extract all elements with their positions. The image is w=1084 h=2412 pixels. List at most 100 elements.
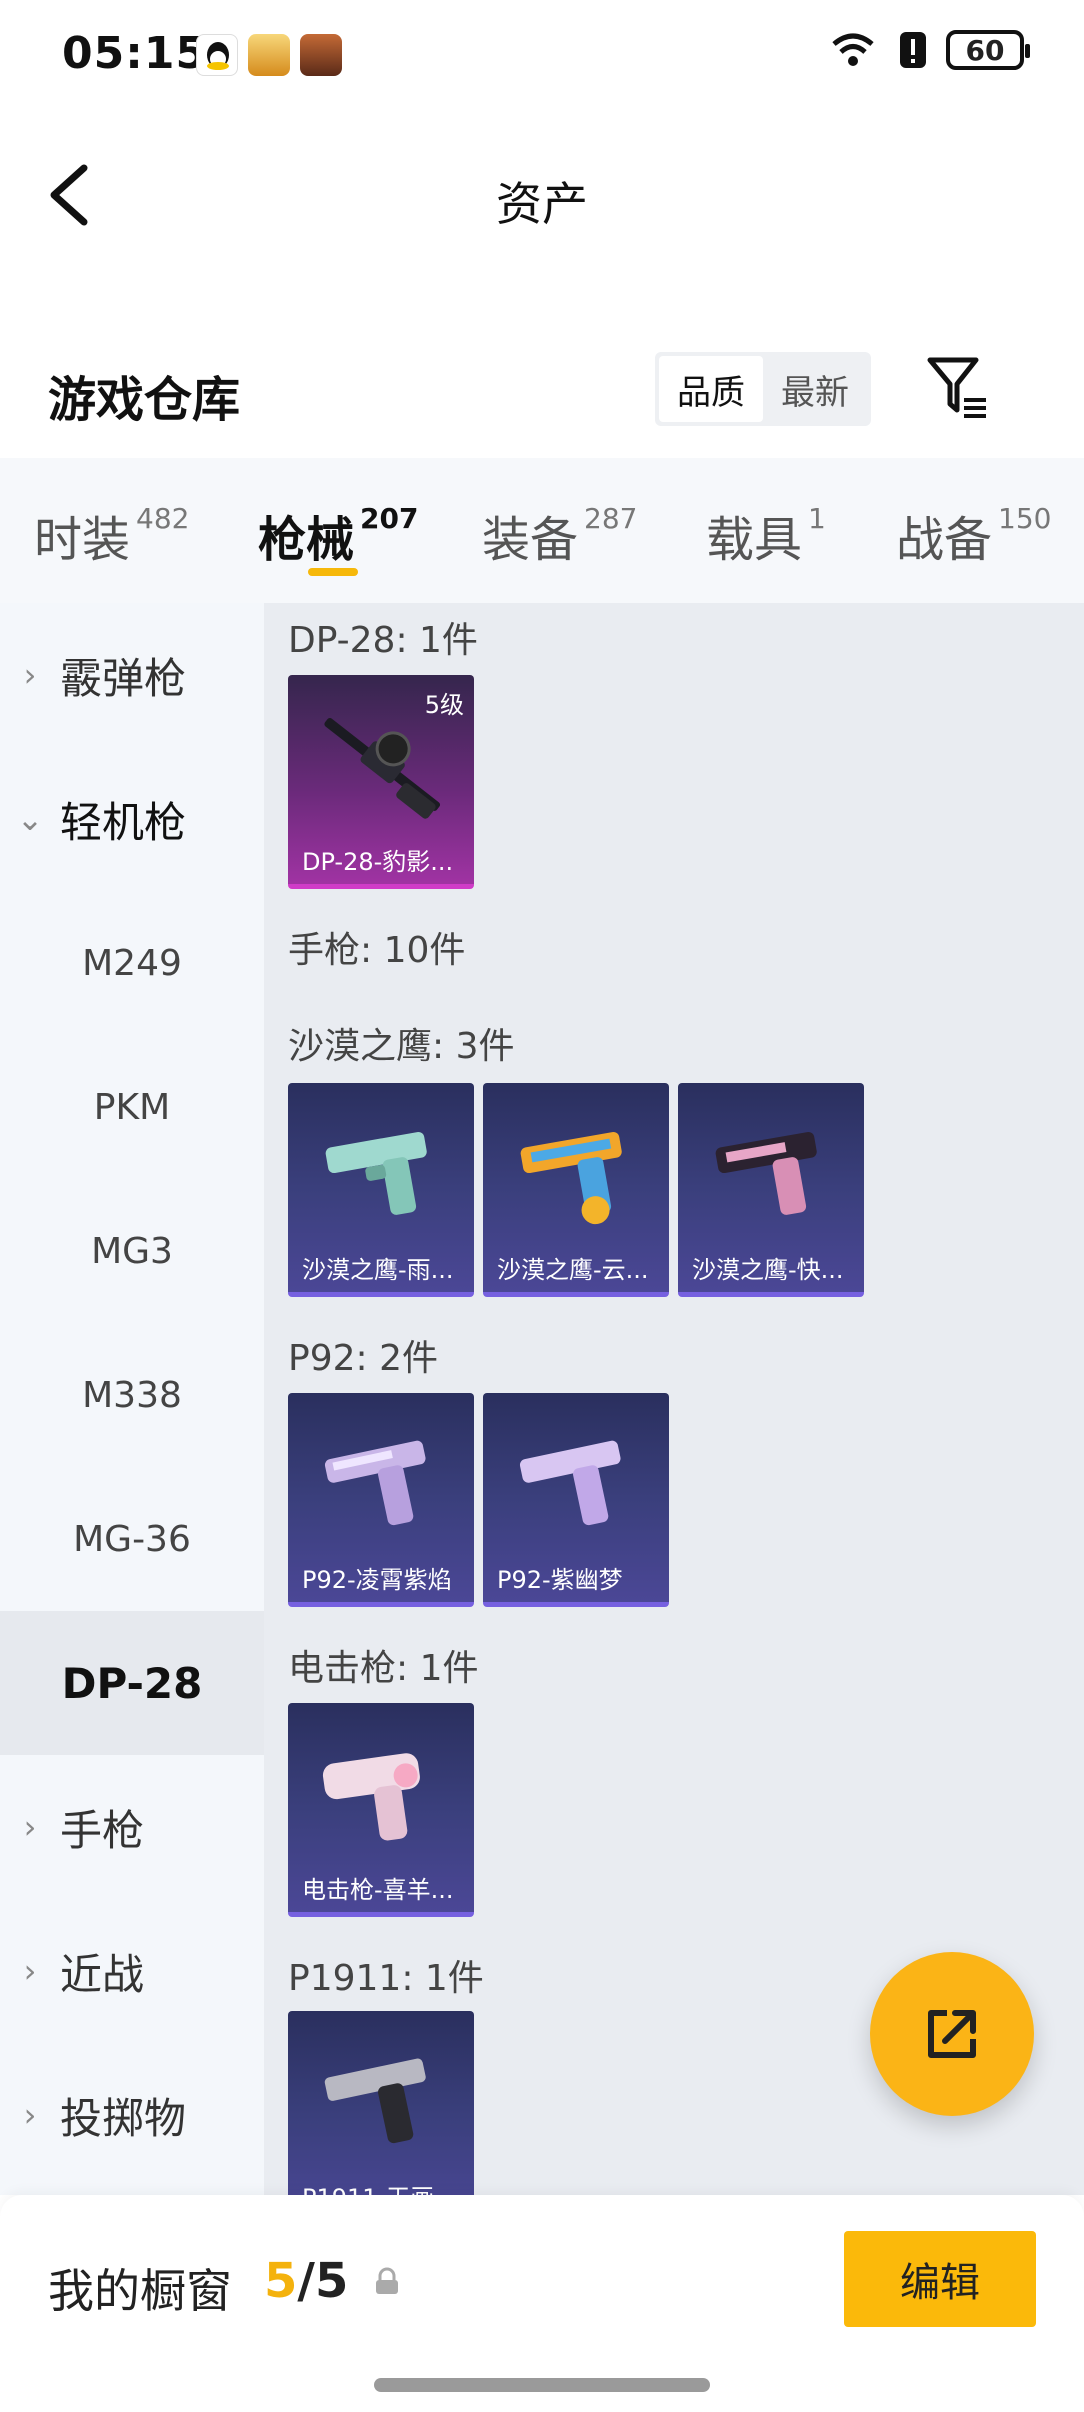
tab-count: 482 <box>136 502 190 535</box>
sidebar-item-label: 投掷物 <box>60 2093 187 2143</box>
game-app-icon <box>248 34 290 76</box>
section-label: 手枪: 10件 <box>288 930 466 971</box>
sidebar-item-m249[interactable]: M249 <box>0 891 264 1035</box>
warehouse-header: 游戏仓库 品质 最新 <box>0 340 1084 440</box>
page-title: 资产 <box>496 177 588 231</box>
tab-count: 1 <box>808 502 826 535</box>
battery-indicator: 60 <box>946 30 1030 70</box>
sort-quality-option[interactable]: 品质 <box>659 356 763 422</box>
tab-label: 时装 <box>34 512 131 568</box>
warehouse-title: 游戏仓库 <box>48 372 241 428</box>
showcase-total: 5 <box>314 2253 349 2309</box>
pistol-icon <box>715 1131 817 1215</box>
section-label: 沙漠之鹰: 3件 <box>288 1026 515 1067</box>
chevron-down-icon: ⌄ <box>16 800 44 838</box>
tab-count: 287 <box>584 502 638 535</box>
sidebar-item-melee[interactable]: › 近战 <box>0 1899 264 2043</box>
item-card[interactable]: 电击枪-喜羊... <box>288 1703 474 1917</box>
sidebar-item-dp28[interactable]: DP-28 <box>0 1611 264 1755</box>
sidebar-item-mg3[interactable]: MG3 <box>0 1179 264 1323</box>
sidebar-item-label: MG3 <box>91 1230 173 1272</box>
item-name: 沙漠之鹰-快... <box>692 1256 844 1284</box>
page-header: 资产 <box>0 140 1084 250</box>
share-icon <box>928 2010 976 2058</box>
qq-icon <box>196 34 238 76</box>
home-indicator[interactable] <box>374 2378 710 2392</box>
tab-vehicles[interactable]: 载具 1 <box>706 500 826 570</box>
sidebar-item-m338[interactable]: M338 <box>0 1323 264 1467</box>
sidebar-item-label: 霰弹枪 <box>60 653 187 703</box>
tab-supplies[interactable]: 战备 150 <box>896 500 1051 570</box>
sort-toggle: 品质 最新 <box>655 352 871 426</box>
showcase-count: 5/5 <box>264 2253 348 2309</box>
section-label: P92: 2件 <box>288 1338 438 1379</box>
item-card[interactable]: P92-凌霄紫焰 <box>288 1393 474 1607</box>
tab-fashion[interactable]: 时装 482 <box>34 500 189 570</box>
lmg-icon <box>324 717 441 819</box>
pistol-icon <box>324 2058 426 2144</box>
subcategory-sidebar: › 霰弹枪 ⌄ 轻机枪 M249 PKM MG3 M338 MG-36 DP-2… <box>0 603 264 2195</box>
sidebar-item-label: 手枪 <box>60 1805 145 1855</box>
active-tab-indicator <box>308 568 358 576</box>
tab-label: 战备 <box>896 512 993 568</box>
item-name: 沙漠之鹰-云... <box>497 1256 649 1284</box>
pistol-icon <box>519 1440 621 1526</box>
sidebar-item-lmg[interactable]: ⌄ 轻机枪 <box>0 747 264 891</box>
edit-button[interactable]: 编辑 <box>844 2231 1036 2327</box>
item-name: DP-28-豹影... <box>302 848 454 876</box>
item-name: 沙漠之鹰-雨... <box>302 1256 454 1284</box>
chevron-right-icon: › <box>23 656 37 694</box>
tab-equipment[interactable]: 装备 287 <box>482 500 637 570</box>
share-button[interactable] <box>870 1952 1034 2116</box>
lock-icon <box>376 2267 398 2294</box>
sidebar-item-label: MG-36 <box>73 1518 191 1560</box>
pistol-icon <box>325 1131 427 1215</box>
wifi-icon <box>832 33 874 66</box>
item-name: P92-紫幽梦 <box>497 1566 623 1594</box>
sidebar-item-shotgun[interactable]: › 霰弹枪 <box>0 603 264 747</box>
pistol-icon <box>324 1440 426 1526</box>
stun-gun-icon <box>322 1753 420 1841</box>
sidebar-item-label: 轻机枪 <box>60 797 187 847</box>
sidebar-item-label: PKM <box>93 1086 171 1128</box>
item-name: P1911-天画... <box>288 2180 474 2195</box>
item-name: P92-凌霄紫焰 <box>302 1566 452 1594</box>
item-card[interactable]: 沙漠之鹰-雨... <box>288 1083 474 1297</box>
item-card[interactable]: P92-紫幽梦 <box>483 1393 669 1607</box>
tab-count: 150 <box>998 502 1052 535</box>
sidebar-item-pistol[interactable]: › 手枪 <box>0 1755 264 1899</box>
tab-label: 装备 <box>482 512 579 568</box>
category-tabs: 时装 482 枪械 207 装备 287 载具 1 战备 150 <box>0 458 1084 603</box>
hero-game-icon <box>300 34 342 76</box>
chevron-right-icon: › <box>23 1808 37 1846</box>
filter-icon[interactable] <box>924 352 990 422</box>
alert-icon <box>900 32 926 68</box>
sort-latest-option[interactable]: 最新 <box>763 356 867 422</box>
section-label: DP-28: 1件 <box>288 620 478 661</box>
item-name: 电击枪-喜羊... <box>302 1876 454 1904</box>
tab-label: 载具 <box>706 512 803 568</box>
section-label: P1911: 1件 <box>288 1958 484 1999</box>
sidebar-item-mg36[interactable]: MG-36 <box>0 1467 264 1611</box>
item-card[interactable]: P1911-天画... <box>288 2011 474 2195</box>
item-card[interactable]: 沙漠之鹰-云... <box>483 1083 669 1297</box>
tab-guns[interactable]: 枪械 207 <box>258 500 418 570</box>
chevron-right-icon: › <box>23 2096 37 2134</box>
showcase-current: 5 <box>264 2253 298 2309</box>
sidebar-item-pkm[interactable]: PKM <box>0 1035 264 1179</box>
item-card[interactable]: 沙漠之鹰-快... <box>678 1083 864 1297</box>
pistol-icon <box>520 1131 622 1225</box>
showcase-separator: / <box>297 2253 315 2309</box>
status-bar: 05:15 60 <box>0 0 1084 110</box>
sidebar-item-label: M338 <box>82 1374 182 1416</box>
tab-count: 207 <box>360 502 419 535</box>
status-time: 05:15 <box>62 28 208 79</box>
showcase-label: 我的橱窗 <box>48 2264 232 2318</box>
sidebar-item-label: DP-28 <box>61 1658 203 1708</box>
tab-label: 枪械 <box>258 512 355 568</box>
chevron-right-icon: › <box>23 1952 37 1990</box>
section-label: 电击枪: 1件 <box>288 1648 479 1689</box>
sidebar-item-throwable[interactable]: › 投掷物 <box>0 2043 264 2187</box>
sidebar-item-label: M249 <box>82 942 182 984</box>
item-card[interactable]: 5级 DP-28-豹影... <box>288 675 474 889</box>
